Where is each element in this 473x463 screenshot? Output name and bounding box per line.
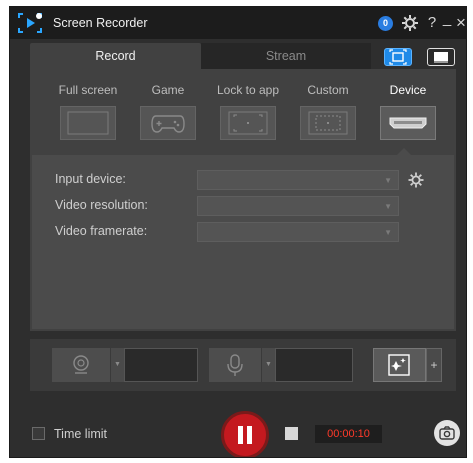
webcam-icon <box>73 355 89 374</box>
mode-lock-to-app[interactable]: Lock to app <box>212 82 284 140</box>
monitor-icon <box>60 106 116 140</box>
stop-recording-button[interactable] <box>285 427 298 440</box>
screenshot-button[interactable] <box>434 420 460 446</box>
pause-recording-button[interactable] <box>221 411 269 457</box>
microphone-options-dropdown[interactable]: ▼ <box>261 348 275 382</box>
tab-stream[interactable]: Stream <box>201 43 371 69</box>
chevron-down-icon: ▼ <box>384 228 392 237</box>
mode-custom[interactable]: Custom <box>292 82 364 140</box>
pause-icon <box>238 426 243 444</box>
webcam-options-dropdown[interactable]: ▼ <box>110 348 124 382</box>
camera-icon <box>439 426 455 440</box>
close-button[interactable]: × <box>453 13 466 33</box>
video-framerate-label: Video framerate: <box>55 224 148 238</box>
full-view-toggle-button[interactable] <box>384 48 412 66</box>
selected-mode-pointer <box>397 148 411 155</box>
effects-button[interactable] <box>373 348 426 382</box>
recording-timer: 00:00:10 <box>315 425 382 443</box>
time-limit-label: Time limit <box>54 427 108 441</box>
video-resolution-select[interactable]: ▼ <box>197 196 399 216</box>
add-effect-button[interactable]: + <box>426 348 442 382</box>
video-resolution-label: Video resolution: <box>55 198 148 212</box>
record-panel: Full screen Game Lock to app Custom Devi… <box>30 69 456 331</box>
input-sources-bar: ▼ ▼ + <box>30 339 456 391</box>
mini-view-toggle-button[interactable] <box>427 48 455 66</box>
microphone-level-preview <box>275 348 353 382</box>
device-settings-gear-icon[interactable] <box>408 172 424 188</box>
mode-label: Full screen <box>58 83 118 97</box>
mode-device[interactable]: Device <box>372 82 444 140</box>
screen-recorder-window: Screen Recorder 0 ? _ × Record Stream Fu… <box>9 6 467 458</box>
compact-view-icon <box>434 52 448 63</box>
lock-to-app-icon <box>220 106 276 140</box>
mode-label: Lock to app <box>216 83 280 97</box>
video-framerate-select[interactable]: ▼ <box>197 222 399 242</box>
chevron-down-icon: ▼ <box>384 176 392 185</box>
gamepad-icon <box>140 106 196 140</box>
notification-badge[interactable]: 0 <box>378 16 393 31</box>
app-logo-icon <box>18 13 42 33</box>
tab-record[interactable]: Record <box>30 43 201 69</box>
hdmi-device-icon <box>380 106 436 140</box>
input-device-select[interactable]: ▼ <box>197 170 424 190</box>
app-title: Screen Recorder <box>53 16 148 30</box>
microphone-icon <box>227 354 243 376</box>
mode-label: Game <box>151 83 185 97</box>
title-bar: Screen Recorder 0 ? _ × <box>10 7 466 39</box>
sparkle-effects-icon <box>388 354 410 376</box>
settings-gear-icon[interactable] <box>402 13 418 33</box>
mode-label: Device <box>389 83 427 97</box>
pause-icon <box>247 426 252 444</box>
custom-area-icon <box>300 106 356 140</box>
mode-full-screen[interactable]: Full screen <box>52 82 124 140</box>
mode-label: Custom <box>307 83 349 97</box>
device-settings-panel: Input device: ▼ Video resolution: ▼ Vide… <box>32 155 454 329</box>
expand-view-icon <box>389 49 407 65</box>
mode-game[interactable]: Game <box>132 82 204 140</box>
microphone-toggle-button[interactable] <box>209 348 261 382</box>
webcam-preview <box>124 348 198 382</box>
webcam-toggle-button[interactable] <box>52 348 110 382</box>
chevron-down-icon: ▼ <box>384 202 392 211</box>
help-button[interactable]: ? <box>424 13 440 33</box>
input-device-label: Input device: <box>55 172 126 186</box>
time-limit-checkbox[interactable] <box>32 427 45 440</box>
